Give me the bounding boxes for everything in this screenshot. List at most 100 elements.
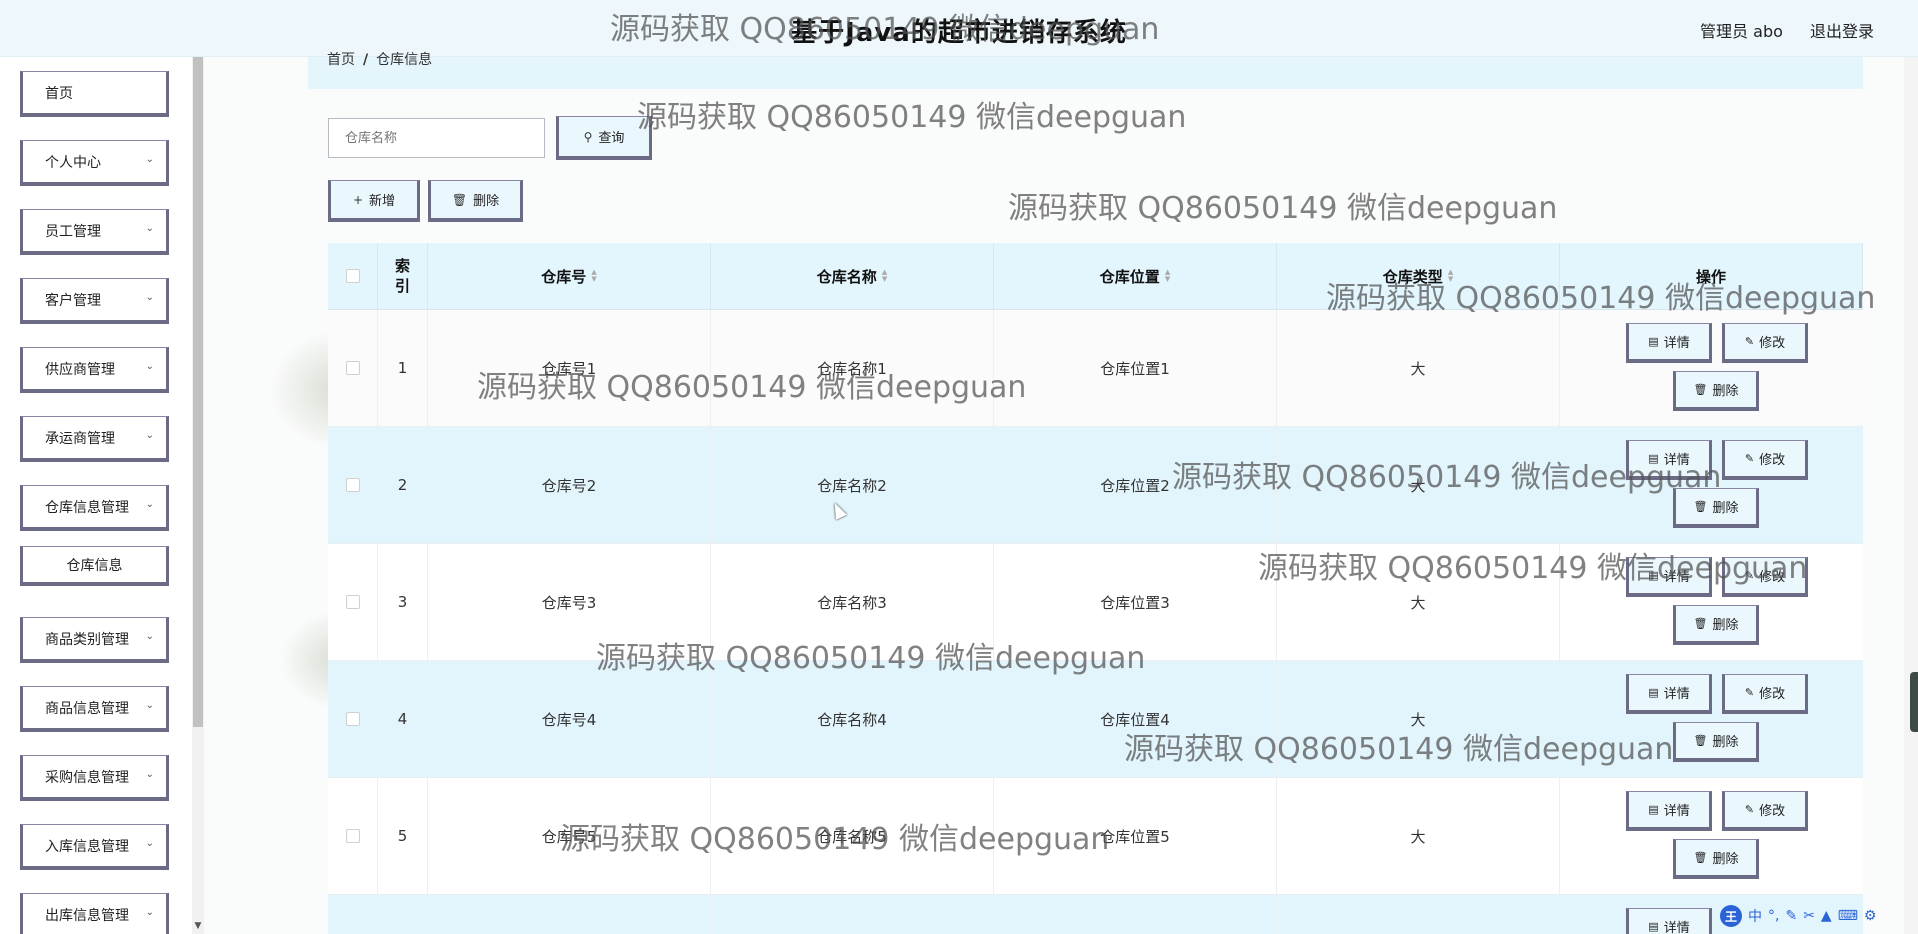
sort-icon[interactable]: ▲ ▼ (882, 269, 887, 283)
trash-icon: 🗑 (1693, 734, 1708, 747)
edit-button[interactable]: ✎ 修改 (1722, 440, 1808, 480)
row-select-cell (328, 427, 378, 543)
punctuation-icon[interactable]: °, (1768, 908, 1779, 924)
sidebar-scrollbar[interactable]: ▼ (192, 57, 204, 934)
gear-icon[interactable]: ⚙ (1864, 908, 1877, 924)
header-warehouse-location[interactable]: 仓库位置 ▲ ▼ (994, 243, 1277, 309)
delete-button[interactable]: 🗑 删除 (1673, 605, 1759, 645)
detail-button[interactable]: ▤ 详情 (1626, 323, 1712, 363)
sidebar-item-staff[interactable]: 员工管理 ⌄ (20, 209, 169, 255)
sidebar-item-label: 出库信息管理 (45, 907, 129, 924)
side-widget-tab[interactable] (1910, 672, 1918, 732)
detail-button[interactable]: ▤ 详情 (1626, 440, 1712, 480)
sidebar-item-purchases[interactable]: 采购信息管理 ⌄ (20, 755, 169, 801)
row-cell-empty (994, 895, 1277, 934)
sidebar-item-stock-in[interactable]: 入库信息管理 ⌄ (20, 824, 169, 870)
select-all-checkbox[interactable] (345, 269, 360, 283)
detail-button-label: 详情 (1663, 921, 1690, 934)
row-actions: ▤ 详情 ✎ 修改 🗑 删除 (1560, 544, 1863, 661)
row-checkbox[interactable] (345, 595, 360, 609)
header-label: 仓库位置 (1099, 267, 1160, 286)
batch-delete-button[interactable]: 🗑 删除 (428, 180, 523, 222)
ime-mode-label[interactable]: 中 (1748, 906, 1762, 926)
search-button[interactable]: ⚲ 查询 (556, 116, 652, 160)
sort-icon[interactable]: ▲ ▼ (1165, 269, 1170, 283)
keyboard-icon[interactable]: ⌨ (1838, 908, 1858, 924)
row-index: 5 (378, 778, 428, 894)
row-checkbox[interactable] (345, 478, 360, 492)
ime-toolbar: 王 中 °, ✎ ✂ ▲ ⌨ ⚙ (1720, 904, 1912, 928)
app-title: 基于Java的超市进销存系统 (791, 18, 1127, 48)
batch-delete-button-label: 删除 (473, 194, 500, 209)
sidebar-item-products[interactable]: 商品信息管理 ⌄ (20, 686, 169, 732)
edit-button[interactable]: ✎ 修改 (1722, 323, 1808, 363)
detail-button[interactable]: ▤ 详情 (1626, 557, 1712, 597)
edit-button[interactable]: ✎ 修改 (1722, 791, 1808, 831)
sidebar-scrollbar-thumb[interactable] (193, 57, 203, 727)
row-warehouse-no: 仓库号5 (428, 778, 711, 894)
sidebar-item-customers[interactable]: 客户管理 ⌄ (20, 278, 169, 324)
sidebar-item-label: 首页 (45, 85, 73, 102)
row-warehouse-no: 仓库号1 (428, 310, 711, 426)
pen-icon[interactable]: ✎ (1785, 908, 1797, 924)
row-warehouse-name: 仓库名称4 (711, 661, 994, 777)
shirt-icon[interactable]: ▲ (1821, 908, 1832, 924)
delete-button-label: 删除 (1712, 852, 1739, 867)
edit-button-label: 修改 (1759, 804, 1786, 819)
sidebar-item-label: 仓库信息管理 (45, 499, 129, 516)
sidebar-item-personal-center[interactable]: 个人中心 ⌄ (20, 140, 169, 186)
delete-button-label: 删除 (1712, 384, 1739, 399)
delete-button[interactable]: 🗑 删除 (1673, 839, 1759, 879)
sidebar-item-carriers[interactable]: 承运商管理 ⌄ (20, 416, 169, 462)
edit-button[interactable]: ✎ 修改 (1722, 674, 1808, 714)
logout-link[interactable]: 退出登录 (1810, 22, 1874, 41)
edit-button[interactable]: ✎ 修改 (1722, 557, 1808, 597)
row-warehouse-no: 仓库号3 (428, 544, 711, 660)
row-checkbox[interactable] (345, 361, 360, 375)
plus-icon: + (352, 192, 364, 207)
row-warehouse-location: 仓库位置1 (994, 310, 1277, 426)
add-button-label: 新增 (369, 194, 396, 209)
document-icon: ▤ (1648, 803, 1659, 816)
chevron-down-icon: ⌄ (145, 430, 154, 441)
row-warehouse-name: 仓库名称5 (711, 778, 994, 894)
page-scrollbar[interactable] (1904, 57, 1918, 934)
scroll-down-arrow-icon[interactable]: ▼ (192, 921, 204, 931)
sidebar-item-product-categories[interactable]: 商品类别管理 ⌄ (20, 617, 169, 663)
pencil-icon: ✎ (1744, 803, 1755, 816)
row-warehouse-name: 仓库名称1 (711, 310, 994, 426)
detail-button-label: 详情 (1663, 453, 1690, 468)
sidebar-item-stock-out[interactable]: 出库信息管理 ⌄ (20, 893, 169, 934)
table-row: 3 仓库号3 仓库名称3 仓库位置3 大 ▤ 详情 ✎ 修改 🗑 删除 (328, 544, 1863, 661)
delete-button[interactable]: 🗑 删除 (1673, 371, 1759, 411)
user-area: 管理员 abo 退出登录 (1700, 18, 1874, 42)
sort-icon[interactable]: ▲ ▼ (1448, 269, 1453, 283)
header-warehouse-name[interactable]: 仓库名称 ▲ ▼ (711, 243, 994, 309)
scissors-icon[interactable]: ✂ (1803, 908, 1815, 924)
sidebar-item-home[interactable]: 首页 (20, 71, 169, 117)
header-label: 仓库号 (541, 267, 587, 286)
header-warehouse-no[interactable]: 仓库号 ▲ ▼ (428, 243, 711, 309)
detail-button[interactable]: ▤ 详情 (1626, 674, 1712, 714)
row-warehouse-location: 仓库位置3 (994, 544, 1277, 660)
sidebar-item-label: 采购信息管理 (45, 769, 129, 786)
sort-icon[interactable]: ▲ ▼ (591, 269, 596, 283)
row-checkbox[interactable] (345, 829, 360, 843)
detail-button[interactable]: ▤ 详情 (1626, 791, 1712, 831)
breadcrumb-home[interactable]: 首页 (327, 52, 355, 68)
sidebar-item-warehouse-management[interactable]: 仓库信息管理 ⌄ (20, 485, 169, 531)
search-input[interactable] (328, 118, 545, 158)
row-checkbox[interactable] (345, 712, 360, 726)
delete-button[interactable]: 🗑 删除 (1673, 488, 1759, 528)
row-actions: ▤ 详情 ✎ 修改 🗑 删除 (1560, 778, 1863, 895)
sidebar-item-suppliers[interactable]: 供应商管理 ⌄ (20, 347, 169, 393)
add-button[interactable]: + 新增 (328, 180, 420, 222)
chevron-down-icon: ⌄ (145, 361, 154, 372)
detail-button[interactable]: ▤ 详情 (1626, 908, 1712, 934)
header-label: 仓库类型 (1382, 267, 1443, 286)
delete-button[interactable]: 🗑 删除 (1673, 722, 1759, 762)
header-warehouse-type[interactable]: 仓库类型 ▲ ▼ (1277, 243, 1560, 309)
edit-button-label: 修改 (1759, 570, 1786, 585)
ime-logo-icon[interactable]: 王 (1720, 905, 1742, 927)
sidebar-subitem-warehouse-info[interactable]: 仓库信息 (20, 546, 169, 586)
